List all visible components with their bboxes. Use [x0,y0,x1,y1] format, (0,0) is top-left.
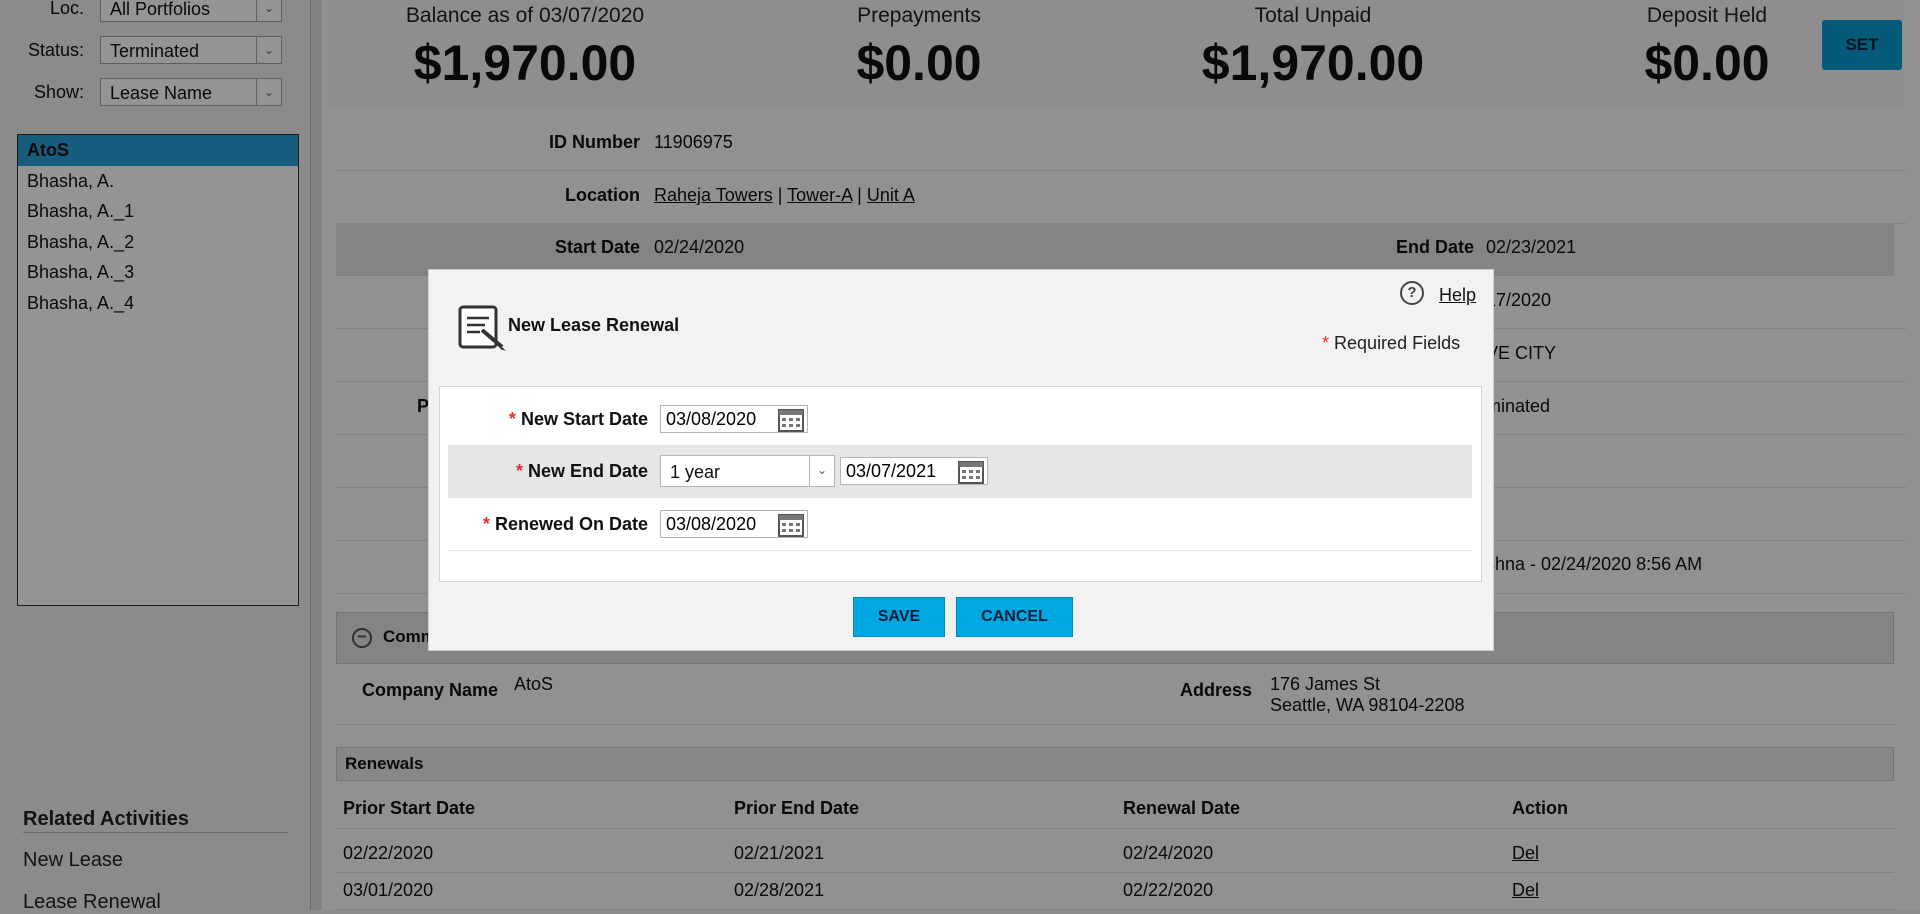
calendar-icon[interactable] [778,513,804,542]
new-start-date-label: * New Start Date [448,409,648,430]
required-mark: * [1322,333,1330,353]
form-row-new-start: * New Start Date [448,393,1472,446]
renewed-on-date-label-text: Renewed On Date [494,514,648,534]
form-row-new-end: * New End Date 1 year ⌄ [448,445,1472,498]
renewal-form: * New Start Date * New End Date 1 year ⌄… [439,386,1482,582]
save-button[interactable]: SAVE [853,597,945,637]
term-select[interactable]: 1 year ⌄ [660,455,835,487]
new-end-date-label: * New End Date [448,461,648,482]
calendar-icon[interactable] [778,408,804,437]
edit-document-icon [458,304,508,357]
new-lease-renewal-dialog: New Lease Renewal ? Help * Required Fiel… [428,269,1494,651]
help-link[interactable]: Help [1439,285,1476,306]
required-mark: * [482,514,490,534]
calendar-icon[interactable] [958,460,984,489]
required-mark: * [515,461,523,481]
new-end-date-label-text: New End Date [527,461,648,481]
cancel-button[interactable]: CANCEL [956,597,1073,637]
help-icon[interactable]: ? [1400,281,1424,305]
required-fields-text: Required Fields [1334,333,1461,353]
renewed-on-date-label: * Renewed On Date [448,514,648,535]
required-fields-note: * Required Fields [1322,333,1460,354]
new-start-date-label-text: New Start Date [520,409,648,429]
dialog-title: New Lease Renewal [508,315,680,335]
form-row-renewed-on: * Renewed On Date [448,498,1472,551]
chevron-down-icon: ⌄ [809,456,834,486]
term-value: 1 year [670,462,721,482]
required-mark: * [508,409,516,429]
